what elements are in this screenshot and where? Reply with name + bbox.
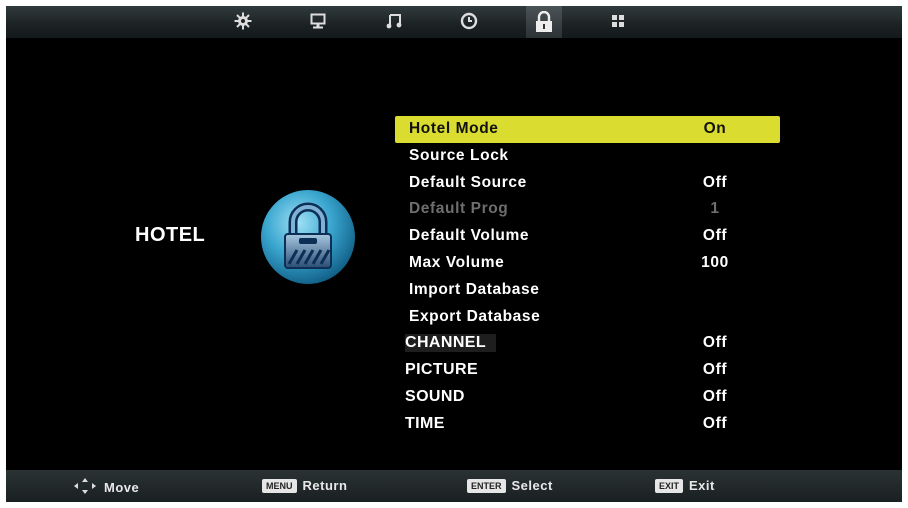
top-menu-bar [6, 6, 902, 38]
move-hint: Move [74, 478, 139, 497]
menu-row-label: Export Database [409, 307, 541, 325]
menu-row-label: PICTURE [405, 361, 479, 379]
select-label: Select [511, 478, 553, 493]
settings-icon[interactable] [228, 8, 258, 34]
menu-row-picture[interactable]: PICTURE Off [395, 357, 780, 384]
menu-key: MENU [262, 478, 297, 493]
menu-row-value: Off [702, 361, 728, 379]
menu-row-value: 1 [710, 200, 720, 218]
menu-row-label: CHANNEL [405, 334, 497, 353]
menu-row-label: Hotel Mode [409, 120, 499, 137]
menu-row-label: Max Volume [409, 253, 505, 271]
menu-row-sound[interactable]: SOUND Off [395, 384, 780, 411]
menu-row-value: On [703, 120, 727, 137]
dpad-arrows-icon [74, 478, 96, 497]
menu-row-source-lock[interactable]: Source Lock [395, 143, 780, 170]
menu-row-label: Default Volume [409, 227, 530, 245]
menu-row-import-database[interactable]: Import Database [395, 277, 780, 304]
menu-row-value: Off [702, 173, 728, 191]
menu-row-label: Default Prog [409, 200, 509, 218]
hotel-menu: Hotel Mode On Source Lock Default Source… [395, 116, 780, 438]
menu-row-time[interactable]: TIME Off [395, 411, 780, 438]
menu-row-value: Off [702, 387, 728, 405]
exit-hint: EXIT Exit [655, 478, 715, 493]
menu-row-value: Off [702, 334, 728, 352]
help-bar: Move MENU Return ENTER Select EXIT Exit [6, 470, 902, 502]
move-label: Move [104, 480, 140, 495]
menu-row-label: Default Source [409, 173, 527, 191]
apps-icon[interactable] [603, 8, 633, 34]
menu-row-default-source[interactable]: Default Source Off [395, 170, 780, 197]
category-title: HOTEL [135, 224, 206, 246]
exit-label: Exit [689, 478, 715, 493]
tv-screen: HOTEL Hotel Mode On Source Lock Default … [6, 6, 902, 502]
return-hint: MENU Return [262, 478, 347, 493]
menu-row-default-volume[interactable]: Default Volume Off [395, 223, 780, 250]
menu-row-value: Off [702, 414, 728, 432]
menu-row-label: Source Lock [409, 146, 509, 164]
menu-row-label: Import Database [409, 280, 540, 298]
time-icon[interactable] [454, 8, 484, 34]
menu-row-value: 100 [701, 253, 729, 271]
picture-icon[interactable] [303, 8, 333, 34]
sound-icon[interactable] [379, 8, 409, 34]
padlock-globe-icon [259, 188, 357, 286]
return-label: Return [302, 478, 348, 493]
select-hint: ENTER Select [467, 478, 553, 493]
lock-icon[interactable] [526, 6, 562, 38]
menu-row-label: SOUND [405, 387, 465, 405]
menu-row-hotel-mode[interactable]: Hotel Mode On [395, 116, 780, 143]
menu-row-max-volume[interactable]: Max Volume 100 [395, 250, 780, 277]
enter-key: ENTER [467, 478, 506, 493]
menu-row-value: Off [702, 227, 728, 245]
menu-row-channel[interactable]: CHANNEL Off [395, 330, 780, 357]
menu-row-label: TIME [405, 414, 445, 432]
menu-row-export-database[interactable]: Export Database [395, 304, 780, 331]
menu-row-default-prog: Default Prog 1 [395, 196, 780, 223]
exit-key: EXIT [655, 478, 684, 493]
